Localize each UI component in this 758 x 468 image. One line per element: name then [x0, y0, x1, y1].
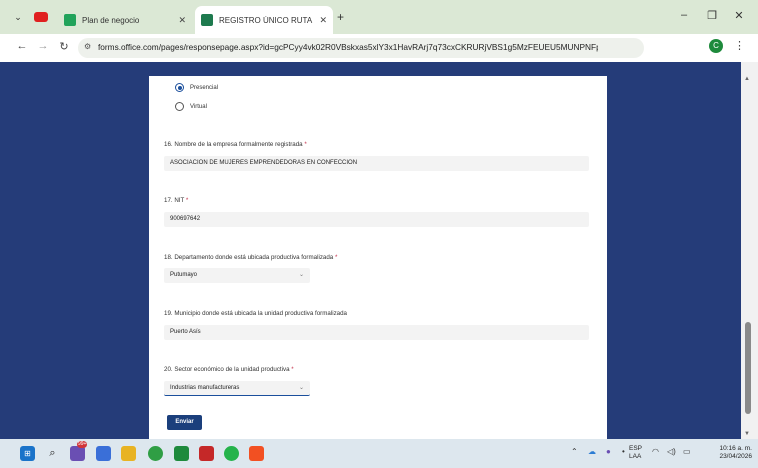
back-icon[interactable]: ←: [14, 40, 30, 52]
restore-icon[interactable]: ❐: [704, 9, 720, 22]
tab-search-icon[interactable]: ⌄: [10, 9, 26, 25]
widgets-icon[interactable]: [96, 446, 111, 461]
scroll-up-icon[interactable]: ▲: [744, 76, 750, 82]
tab-label: REGISTRO ÚNICO RUTA EMPRE: [219, 15, 313, 25]
tab-label: Plan de negocio: [82, 15, 140, 25]
forms-favicon-icon: [64, 14, 76, 26]
radio-empty-icon[interactable]: [175, 102, 184, 111]
close-window-icon[interactable]: ✕: [731, 9, 747, 22]
nit-input[interactable]: 900697642: [164, 212, 589, 227]
menu-kebab-icon[interactable]: ⋮: [734, 39, 745, 52]
page-viewport: Presencial Virtual 16. Nombre de la empr…: [0, 62, 741, 439]
required-marker: *: [304, 141, 307, 148]
windows-start-icon[interactable]: ⊞: [20, 446, 35, 461]
close-tab-icon[interactable]: ✕: [319, 15, 327, 26]
forms-favicon-icon: [201, 14, 213, 26]
reload-icon[interactable]: ↻: [56, 40, 72, 53]
new-tab-icon[interactable]: +: [337, 10, 344, 24]
tab-strip: ⌄ Plan de negocio ✕ REGISTRO ÚNICO RUTA …: [0, 0, 758, 34]
required-marker: *: [291, 366, 294, 373]
select-value: Industrias manufactureras: [170, 385, 240, 391]
chrome-icon[interactable]: [148, 446, 163, 461]
required-marker: *: [185, 197, 189, 204]
url-text[interactable]: forms.office.com/pages/responsepage.aspx…: [98, 42, 598, 52]
question-text: 19. Municipio donde está ubicada la unid…: [164, 310, 347, 317]
taskbar: ⊞ ⌕ 99+ ⌃ ☁ ● • ESP LAA ◠ ◁) ▭ 10:16 a. …: [0, 439, 758, 468]
teams-tray-icon[interactable]: ●: [606, 447, 611, 456]
department-select[interactable]: Putumayo ⌄: [164, 268, 310, 283]
search-icon[interactable]: ⌕: [45, 446, 60, 461]
question-text: 17. NIT: [164, 197, 185, 204]
youtube-tab-icon[interactable]: [34, 12, 48, 22]
wifi-icon[interactable]: ◠: [652, 447, 659, 456]
radio-virtual[interactable]: Virtual: [175, 102, 207, 111]
excel-icon[interactable]: [174, 446, 189, 461]
submit-button[interactable]: Enviar: [167, 415, 202, 430]
tab-registro-unico[interactable]: REGISTRO ÚNICO RUTA EMPRE ✕: [195, 6, 333, 34]
question-text: 16. Nombre de la empresa formalmente reg…: [164, 141, 303, 148]
volume-icon[interactable]: ◁): [667, 447, 676, 456]
radio-selected-icon[interactable]: [175, 83, 184, 92]
browser-toolbar: ← → ↻ ⚙ forms.office.com/pages/responsep…: [0, 34, 758, 83]
teams-icon[interactable]: 99+: [70, 441, 88, 461]
system-clock[interactable]: 10:16 a. m. 23/04/2026: [702, 445, 752, 461]
clock-date: 23/04/2026: [719, 453, 752, 460]
question-19-label: 19. Municipio donde está ubicada la unid…: [164, 310, 347, 317]
tray-dot-icon[interactable]: •: [622, 447, 625, 456]
scroll-down-icon[interactable]: ▼: [744, 431, 750, 437]
language-indicator[interactable]: ESP LAA: [629, 445, 642, 461]
forward-icon[interactable]: →: [35, 40, 51, 52]
question-17-label: 17. NIT *: [164, 197, 188, 204]
form-card: Presencial Virtual 16. Nombre de la empr…: [149, 76, 607, 439]
close-tab-icon[interactable]: ✕: [178, 15, 186, 26]
tray-expand-icon[interactable]: ⌃: [571, 447, 578, 456]
question-16-label: 16. Nombre de la empresa formalmente reg…: [164, 141, 307, 148]
municipality-input[interactable]: Puerto Asís: [164, 325, 589, 340]
tab-plan-de-negocio[interactable]: Plan de negocio ✕: [58, 6, 192, 34]
battery-icon[interactable]: ▭: [683, 447, 691, 456]
whatsapp-icon[interactable]: [224, 446, 239, 461]
chevron-down-icon: ⌄: [298, 385, 304, 391]
chevron-down-icon: ⌄: [298, 272, 304, 278]
radio-presencial[interactable]: Presencial: [175, 83, 218, 92]
required-marker: *: [334, 254, 338, 261]
question-text: 20. Sector económico de la unidad produc…: [164, 366, 290, 373]
scrollbar-thumb[interactable]: [745, 322, 751, 414]
address-bar[interactable]: ⚙ forms.office.com/pages/responsepage.as…: [78, 38, 644, 58]
onedrive-icon[interactable]: ☁: [588, 447, 596, 456]
file-explorer-icon[interactable]: [121, 446, 136, 461]
language-layout: LAA: [629, 453, 642, 460]
question-18-label: 18. Departamento donde está ubicada prod…: [164, 254, 337, 261]
radio-label: Virtual: [190, 103, 207, 110]
profile-avatar[interactable]: C: [709, 39, 723, 53]
radio-label: Presencial: [190, 84, 219, 91]
company-name-input[interactable]: ASOCIACION DE MUJERES EMPRENDEDORAS EN C…: [164, 156, 589, 171]
economic-sector-select[interactable]: Industrias manufactureras ⌄: [164, 381, 310, 396]
question-text: 18. Departamento donde está ubicada prod…: [164, 254, 334, 261]
site-info-icon[interactable]: ⚙: [84, 42, 91, 51]
language-code: ESP: [629, 445, 643, 452]
question-20-label: 20. Sector económico de la unidad produc…: [164, 366, 294, 373]
minimize-icon[interactable]: –: [676, 9, 692, 21]
notification-badge: 99+: [77, 441, 88, 448]
pdf-reader-icon[interactable]: [199, 446, 214, 461]
microsoft-store-icon[interactable]: [249, 446, 264, 461]
clock-time: 10:16 a. m.: [719, 445, 752, 452]
select-value: Putumayo: [170, 272, 198, 278]
